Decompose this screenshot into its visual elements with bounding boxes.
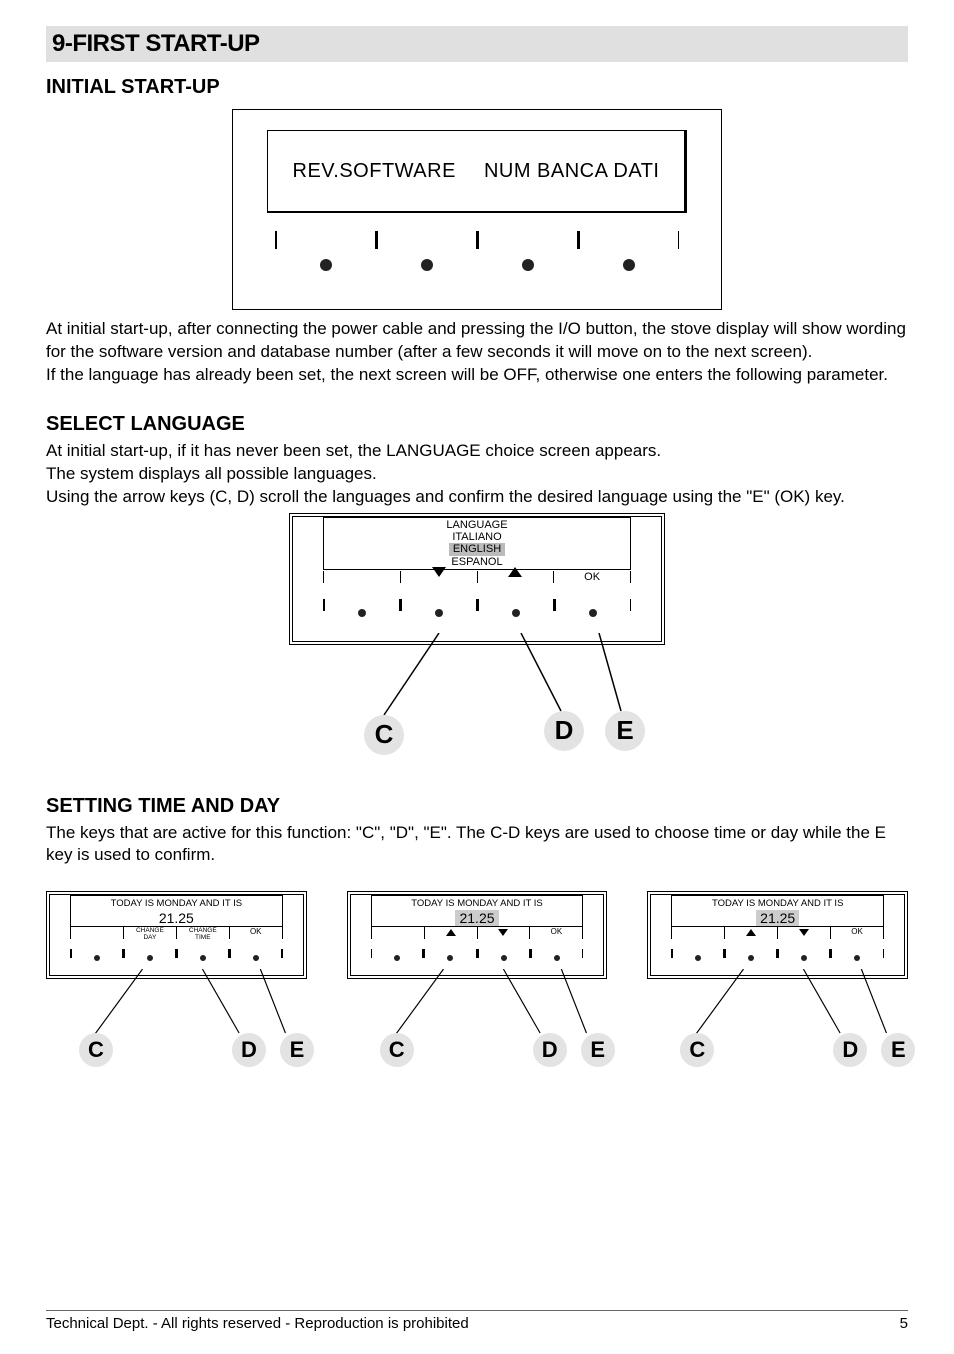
button-t1-4[interactable] [230, 949, 283, 965]
key-c-t3: C [680, 1033, 714, 1067]
down-arrow-icon-s [498, 929, 508, 936]
button-t3-3[interactable] [778, 949, 831, 965]
page-footer: Technical Dept. - All rights reserved - … [46, 1310, 908, 1332]
button-row-language [323, 599, 631, 625]
button-t1-1[interactable] [70, 949, 123, 965]
key-legend: C D E [289, 645, 665, 755]
soft-key-labels: OK [323, 571, 631, 583]
soft-key-labels-t3: OK [671, 927, 884, 939]
lcd-screen-t1: TODAY IS MONDAY AND IT IS 21.25 [70, 895, 283, 927]
ok-label-t2: OK [529, 927, 583, 939]
lang-option-1: ITALIANO [330, 531, 624, 544]
lcd-tline-2: TODAY IS MONDAY AND IT IS [374, 898, 581, 909]
key-c-t1: C [79, 1033, 113, 1067]
page-number: 5 [900, 1315, 908, 1332]
button-t2-3[interactable] [477, 949, 530, 965]
display-panel-language: LANGUAGE ITALIANO ENGLISH ESPANOL OK [289, 513, 665, 645]
key-c-t2: C [380, 1033, 414, 1067]
lang-heading: SELECT LANGUAGE [46, 413, 908, 436]
down-arrow-icon [432, 567, 446, 577]
soft-key-labels-t2: OK [371, 927, 584, 939]
lcd-text-right: NUM BANCA DATI [470, 160, 674, 183]
lcd-num-sel-3: 21.25 [756, 910, 799, 926]
time-para: The keys that are active for this functi… [46, 822, 908, 868]
key-d-t2: D [533, 1033, 567, 1067]
button-2[interactable] [376, 231, 477, 291]
key-circle-e: E [605, 711, 645, 751]
button-row-initial [267, 231, 687, 291]
key-legend-t3: C D E [647, 979, 908, 1069]
button-t3-1[interactable] [671, 949, 724, 965]
lcd-tline-3: TODAY IS MONDAY AND IT IS [674, 898, 881, 909]
button-b4[interactable] [554, 599, 631, 625]
lang-para-3: Using the arrow keys (C, D) scroll the l… [46, 486, 908, 509]
key-e-t1: E [280, 1033, 314, 1067]
soft-key-labels-t1: CHANGEDAY CHANGETIME OK [70, 927, 283, 939]
time-panel-3: TODAY IS MONDAY AND IT IS 21.25 OK [647, 891, 908, 1069]
lang-option-2-selected: ENGLISH [449, 543, 505, 556]
lcd-screen-initial: REV.SOFTWARE NUM BANCA DATI [267, 130, 687, 213]
figure-initial: REV.SOFTWARE NUM BANCA DATI [46, 109, 908, 310]
key-circle-d: D [544, 711, 584, 751]
display-panel-initial: REV.SOFTWARE NUM BANCA DATI [232, 109, 722, 310]
lcd-tline: TODAY IS MONDAY AND IT IS [73, 898, 280, 909]
up-arrow-icon-s [446, 929, 456, 936]
button-t1-2[interactable] [123, 949, 176, 965]
key-legend-t2: C D E [347, 979, 608, 1069]
up-arrow-icon-s2 [746, 929, 756, 936]
time-panel-1: TODAY IS MONDAY AND IT IS 21.25 CHANGEDA… [46, 891, 307, 1069]
lang-para-1: At initial start-up, if it has never bee… [46, 440, 908, 463]
key-e-t3: E [881, 1033, 915, 1067]
lcd-num-sel: 21.25 [455, 910, 498, 926]
lcd-text-left: REV.SOFTWARE [279, 160, 470, 183]
button-1[interactable] [275, 231, 376, 291]
section-header: 9-FIRST START-UP [46, 26, 908, 62]
initial-para-2: If the language has already been set, th… [46, 364, 908, 387]
lcd-screen-language: LANGUAGE ITALIANO ENGLISH ESPANOL [323, 517, 631, 570]
button-b2[interactable] [400, 599, 477, 625]
initial-para-1: At initial start-up, after connecting th… [46, 318, 908, 364]
lcd-screen-t3: TODAY IS MONDAY AND IT IS 21.25 [671, 895, 884, 927]
figure-language: LANGUAGE ITALIANO ENGLISH ESPANOL OK [46, 513, 908, 755]
button-t3-4[interactable] [831, 949, 884, 965]
ok-label-t3: OK [830, 927, 884, 939]
ok-label-t1: OK [229, 927, 283, 939]
button-t2-1[interactable] [371, 949, 424, 965]
button-b1[interactable] [323, 599, 400, 625]
lcd-num: 21.25 [155, 910, 198, 926]
button-t2-4[interactable] [530, 949, 583, 965]
key-e-t2: E [581, 1033, 615, 1067]
lang-para-2: The system displays all possible languag… [46, 463, 908, 486]
footer-text: Technical Dept. - All rights reserved - … [46, 1315, 469, 1332]
key-d-t1: D [232, 1033, 266, 1067]
button-4[interactable] [578, 231, 679, 291]
lcd-title-language: LANGUAGE [323, 517, 631, 531]
button-t1-3[interactable] [176, 949, 229, 965]
key-legend-t1: C D E [46, 979, 307, 1069]
button-3[interactable] [477, 231, 578, 291]
lcd-screen-t2: TODAY IS MONDAY AND IT IS 21.25 [371, 895, 584, 927]
key-d-t3: D [833, 1033, 867, 1067]
down-arrow-icon-s2 [799, 929, 809, 936]
key-circle-c: C [364, 715, 404, 755]
button-t2-2[interactable] [424, 949, 477, 965]
initial-heading: INITIAL START-UP [46, 76, 908, 99]
time-heading: SETTING TIME AND DAY [46, 795, 908, 818]
button-b3[interactable] [477, 599, 554, 625]
lang-option-3: ESPANOL [330, 556, 624, 569]
section-title: 9-FIRST START-UP [52, 30, 902, 58]
ok-label: OK [553, 571, 631, 583]
figure-time-row: TODAY IS MONDAY AND IT IS 21.25 CHANGEDA… [46, 891, 908, 1069]
up-arrow-icon [508, 567, 522, 577]
time-panel-2: TODAY IS MONDAY AND IT IS 21.25 OK [347, 891, 608, 1069]
button-t3-2[interactable] [725, 949, 778, 965]
